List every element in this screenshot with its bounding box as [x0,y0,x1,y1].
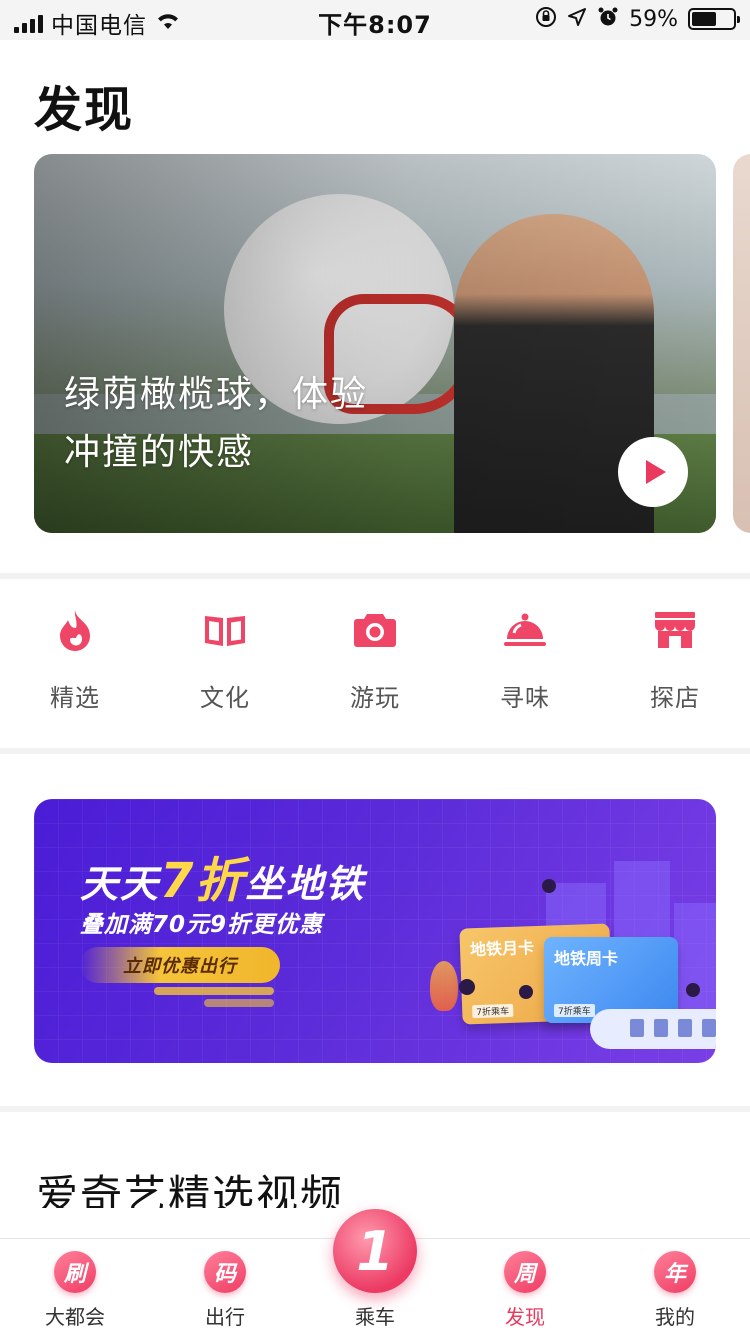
next-hero-card[interactable] [733,154,750,533]
divider [0,573,750,579]
orientation-lock-icon [535,6,557,32]
category-item-xunwei[interactable]: 寻味 [450,606,600,713]
promo-speed-line [154,987,274,995]
ride-icon: 1 [333,1203,417,1293]
tab-chuxing[interactable]: 码 出行 [150,1239,300,1334]
status-right: 59% [535,6,740,32]
category-label: 游玩 [350,684,400,712]
tab-label: 乘车 [355,1305,395,1329]
tab-label: 大都会 [45,1305,105,1329]
metro-monthly-card-tag: 7折乘车 [472,1003,514,1019]
week-icon: 周 [504,1251,546,1293]
year-icon: 年 [654,1251,696,1293]
promo-person-figure [686,983,700,997]
battery-level [692,12,716,26]
tab-dadouhui[interactable]: 刷 大都会 [0,1239,150,1334]
battery-percentage: 59% [629,6,678,32]
promo-title: 天天7折坐地铁 [80,841,365,911]
category-label: 探店 [650,684,700,712]
promo-flame-decoration [430,961,458,1011]
section-title: 爱奇艺精选视频 [36,1171,345,1208]
tab-label: 我的 [655,1305,695,1329]
divider [0,748,750,754]
play-icon [645,460,666,484]
qr-code-icon: 码 [204,1251,246,1293]
promo-title-pre: 天天 [80,862,161,906]
tab-faxian[interactable]: 周 发现 [450,1239,600,1334]
store-icon [651,606,699,654]
battery-icon [688,8,740,30]
promo-person-figure [519,985,533,999]
category-item-youwan[interactable]: 游玩 [300,606,450,713]
tab-wode[interactable]: 年 我的 [600,1239,750,1334]
category-label: 精选 [50,684,100,712]
hero-caption-line2: 冲撞的快感 [64,432,255,473]
location-icon [567,7,587,31]
metro-weekly-card-label: 地铁周卡 [554,949,619,968]
promo-person-figure [542,879,556,893]
category-item-wenhua[interactable]: 文化 [150,606,300,713]
metro-weekly-card-tag: 7折乘车 [554,1004,595,1017]
category-item-tandian[interactable]: 探店 [600,606,750,713]
book-icon [201,606,249,654]
tab-chengche[interactable]: 1 乘车 [300,1203,450,1334]
metro-monthly-card-label: 地铁月卡 [469,938,535,960]
alarm-icon [597,6,619,32]
hero-caption: 绿荫橄榄球，体验 冲撞的快感 [64,366,424,482]
promo-person-figure [459,979,475,995]
promo-train-illustration [590,1009,716,1049]
hero-caption-line1: 绿荫橄榄球，体验 [64,374,369,415]
category-label: 寻味 [500,684,550,712]
card-swipe-icon: 刷 [54,1251,96,1293]
promo-title-post: 坐地铁 [245,862,366,906]
promo-cta-button[interactable]: 立即优惠出行 [80,947,280,983]
flame-icon [51,606,99,654]
category-label: 文化 [200,684,250,712]
category-item-jingxuan[interactable]: 精选 [0,606,150,713]
divider [0,1106,750,1112]
category-row: 精选 文化 游玩 寻味 探店 [0,606,750,713]
status-bar: 中国电信 下午8:07 59% [0,0,750,40]
page-title: 发现 [34,82,135,138]
promo-banner[interactable]: 天天7折坐地铁 叠加满70元9折更优惠 立即优惠出行 地铁月卡 7折乘车 地铁周… [34,799,716,1063]
tab-label: 出行 [205,1305,245,1329]
promo-title-highlight: 7折 [160,853,246,909]
hero-video-card[interactable]: 绿荫橄榄球，体验 冲撞的快感 [34,154,716,533]
tab-bar: 刷 大都会 码 出行 1 乘车 周 发现 年 我的 [0,1203,750,1334]
camera-icon [351,606,399,654]
tab-label: 发现 [505,1305,545,1329]
cloche-icon [501,606,549,654]
promo-speed-line [204,999,274,1007]
play-button[interactable] [618,437,688,507]
promo-subtitle: 叠加满70元9折更优惠 [80,912,324,938]
